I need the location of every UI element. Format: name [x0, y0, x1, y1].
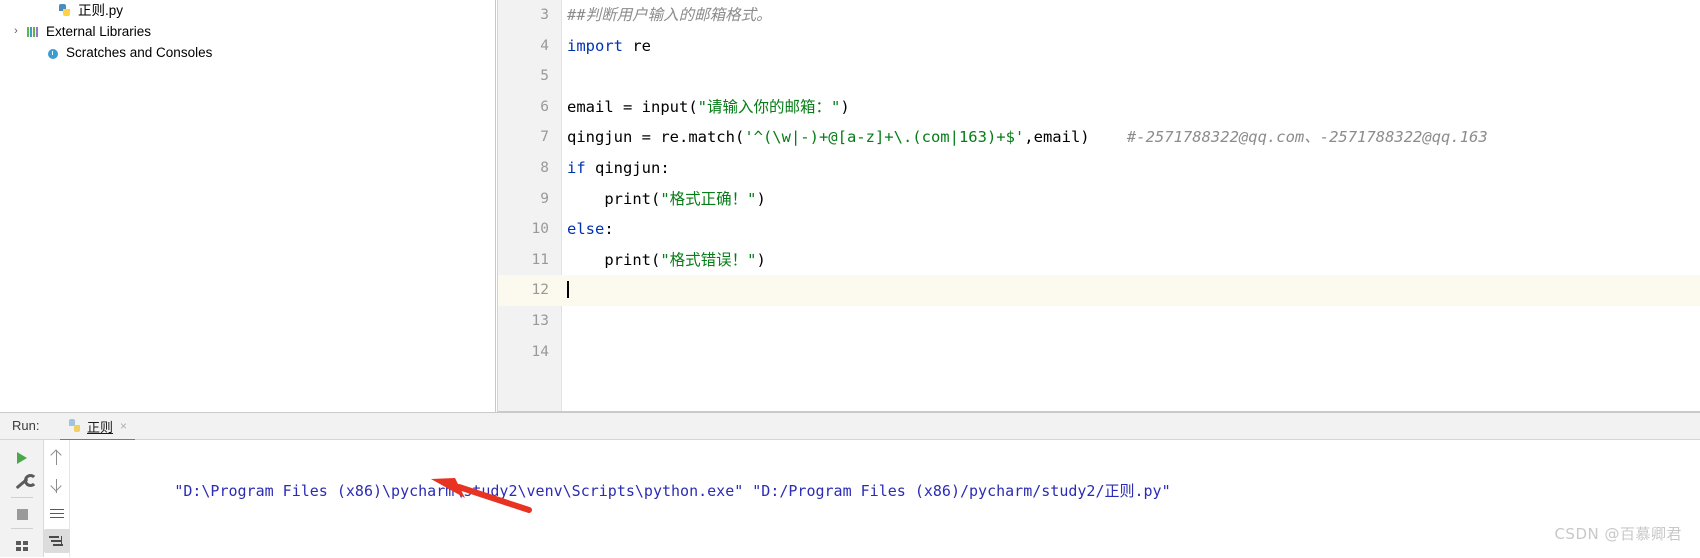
code-text	[567, 275, 569, 306]
console-command-text: "D:\Program Files (x86)\pycharm\study2\v…	[174, 482, 1171, 500]
code-line-9[interactable]: 9 print("格式正确！")	[497, 184, 1700, 215]
token-cmt: ##判断用户输入的邮箱格式。	[567, 6, 772, 24]
token-def: print(	[567, 250, 661, 269]
code-line-7[interactable]: 7 qingjun = re.match('^(\w|-)+@[a-z]+\.(c…	[497, 122, 1700, 153]
code-line-12[interactable]: 12	[497, 275, 1700, 306]
stop-icon[interactable]	[9, 502, 35, 522]
project-tree-pane: 正则.py › External Libraries Scratches and Co…	[0, 0, 496, 412]
code-text: if qingjun:	[567, 153, 670, 184]
code-text: import re	[567, 31, 651, 62]
code-text: print("格式错误！")	[567, 245, 766, 276]
tree-item-2[interactable]: Scratches and Consoles	[0, 42, 495, 63]
line-number: 8	[540, 159, 549, 176]
code-line-11[interactable]: 11 print("格式错误！")	[497, 245, 1700, 276]
code-text: else:	[567, 214, 614, 245]
code-line-5[interactable]: 5	[497, 61, 1700, 92]
token-def: print(	[567, 189, 661, 208]
run-tool-window: Run: 正则 × "D:\Program Files (x86)\pychar…	[0, 412, 1700, 558]
run-toolbar-secondary	[43, 440, 70, 557]
line-number: 4	[540, 37, 549, 54]
line-number: 12	[531, 282, 549, 299]
arrow-up-icon[interactable]	[44, 446, 70, 470]
project-tree: 正则.py › External Libraries Scratches and Co…	[0, 0, 495, 63]
token-str: "格式正确！"	[660, 189, 757, 208]
text-caret	[567, 281, 569, 299]
code-text: print("格式正确！")	[567, 184, 766, 215]
line-number: 7	[540, 129, 549, 146]
token-def: qingjun:	[585, 158, 670, 177]
console-output[interactable]: "D:\Program Files (x86)\pycharm\study2\v…	[70, 440, 1700, 557]
arrow-icon	[431, 478, 532, 513]
token-str: "请输入你的邮箱："	[697, 97, 841, 116]
line-number: 6	[540, 98, 549, 115]
toolbar-divider	[10, 496, 33, 498]
console-prompt-line: 请输入你的邮箱：-2571788322@qq.com	[84, 536, 1700, 557]
run-tab-zhengze[interactable]: 正则 ×	[60, 413, 136, 441]
run-body: "D:\Program Files (x86)\pycharm\study2\v…	[0, 440, 1700, 557]
run-tab-bar: Run: 正则 ×	[0, 412, 1700, 441]
run-toolbar-primary	[0, 440, 44, 557]
token-str: '^(\w|-)+@[a-z]+\.(com|163)+$'	[744, 128, 1025, 147]
wrap-text-icon[interactable]	[44, 502, 70, 526]
pane-divider[interactable]	[497, 0, 498, 412]
token-def: )	[756, 189, 766, 208]
code-line-14[interactable]: 14	[497, 337, 1700, 368]
token-kw: else	[567, 220, 605, 239]
line-number: 5	[540, 68, 549, 85]
token-def: )	[756, 250, 766, 269]
scroll-to-end-icon[interactable]	[43, 529, 70, 553]
token-str: "格式错误！"	[660, 250, 757, 269]
line-number: 3	[540, 7, 549, 23]
code-area[interactable]: 3 ##判断用户输入的邮箱格式。 4 import re 5 6 email = input…	[497, 0, 1700, 412]
tree-item-label: 正则.py	[78, 3, 124, 18]
chevron-right-icon[interactable]: ›	[8, 26, 24, 37]
code-text: qingjun = re.match('^(\w|-)+@[a-z]+\.(co…	[567, 122, 1488, 153]
tree-item-label: External Libraries	[46, 24, 152, 39]
grid-icon[interactable]	[9, 533, 35, 553]
run-tab-label: 正则	[87, 419, 114, 435]
tree-item-0[interactable]: 正则.py	[0, 0, 495, 21]
toolbar-divider	[10, 527, 33, 529]
token-cmt: #-2571788322@qq.com、-2571788322@qq.163	[1089, 128, 1488, 147]
token-def: )	[840, 97, 850, 116]
line-number: 10	[531, 221, 549, 238]
console-command-line: "D:\Program Files (x86)\pycharm\study2\v…	[84, 446, 1700, 536]
token-def: email = input(	[567, 97, 698, 116]
arrow-down-icon[interactable]	[44, 474, 70, 498]
watermark: CSDN @百慕卿君	[1554, 525, 1682, 543]
token-kw: import	[567, 36, 623, 55]
code-line-8[interactable]: 8 if qingjun:	[497, 153, 1700, 184]
top-area: 正则.py › External Libraries Scratches and Co…	[0, 0, 1700, 412]
pycharm-window: 正则.py › External Libraries Scratches and Co…	[0, 0, 1700, 558]
tree-item-label: Scratches and Consoles	[66, 45, 213, 60]
code-line-3[interactable]: 3 ##判断用户输入的邮箱格式。	[497, 0, 1700, 31]
line-number: 13	[531, 312, 549, 329]
code-line-4[interactable]: 4 import re	[497, 31, 1700, 62]
tree-item-1[interactable]: › External Libraries	[0, 21, 495, 42]
code-line-6[interactable]: 6 email = input("请输入你的邮箱：")	[497, 92, 1700, 123]
code-editor[interactable]: 3 ##判断用户输入的邮箱格式。 4 import re 5 6 email = input…	[497, 0, 1700, 412]
line-number: 14	[531, 343, 549, 360]
play-icon[interactable]	[9, 446, 35, 466]
red-arrow-annotation	[425, 470, 535, 515]
token-kw: if	[567, 158, 586, 177]
code-text: email = input("请输入你的邮箱：")	[567, 92, 850, 123]
code-line-10[interactable]: 10 else:	[497, 214, 1700, 245]
wrench-icon[interactable]	[9, 470, 37, 490]
library-icon	[24, 24, 42, 40]
code-text: ##判断用户输入的邮箱格式。	[567, 0, 772, 31]
token-def: re	[623, 36, 651, 55]
token-def: :	[604, 220, 614, 239]
line-number: 9	[540, 190, 549, 207]
run-window-label: Run:	[12, 418, 40, 433]
token-def: qingjun = re.match(	[567, 128, 745, 147]
token-def: ,email)	[1024, 128, 1090, 147]
python-file-icon	[68, 419, 82, 433]
line-number: 11	[531, 251, 549, 268]
code-line-13[interactable]: 13	[497, 306, 1700, 337]
close-icon[interactable]: ×	[120, 419, 127, 433]
scratches-icon	[44, 45, 62, 61]
python-file-icon	[56, 3, 74, 19]
